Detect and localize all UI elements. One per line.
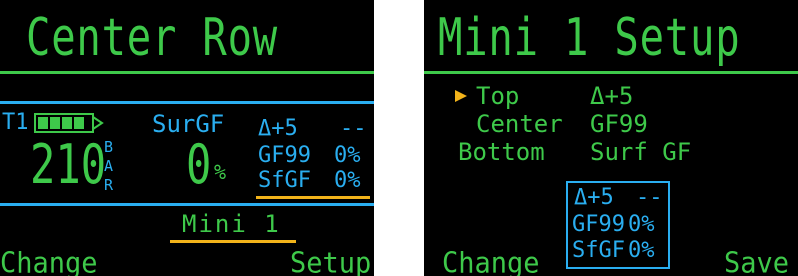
preview-gf99-value: 0%: [628, 212, 655, 237]
battery-icon: [34, 113, 104, 133]
selection-arrow-icon: [454, 89, 468, 103]
sfgf-label: SfGF: [258, 168, 311, 193]
row-divider-top: [0, 101, 374, 104]
menu-item-top[interactable]: Top: [476, 84, 519, 108]
preview-delta-value: --: [636, 185, 663, 210]
preview-sfgf-value: 0%: [628, 238, 655, 263]
delta-label: Δ+5: [258, 116, 298, 141]
menu-value-top: Δ+5: [590, 82, 634, 110]
gf99-label: GF99: [258, 143, 311, 168]
title-divider: [424, 71, 798, 74]
gf99-value: 0%: [334, 143, 361, 168]
sfgf-value: 0%: [334, 168, 361, 193]
selection-underline: [256, 196, 370, 199]
row-divider-bottom: [0, 203, 374, 206]
menu-value-bottom: Surf GF: [590, 138, 692, 166]
title-divider: [0, 71, 374, 74]
menu-value-center: GF99: [590, 110, 648, 138]
preview-sfgf-label: SfGF: [572, 238, 625, 263]
pressure-unit: BAR: [104, 138, 114, 194]
preview-delta-label: Δ+5: [574, 185, 614, 210]
page-title: Mini 1 Setup: [438, 8, 741, 68]
delta-value: --: [340, 116, 367, 141]
menu-item-center[interactable]: Center: [476, 112, 563, 136]
change-button[interactable]: Change: [442, 249, 540, 276]
save-button[interactable]: Save: [724, 249, 789, 276]
menu-item-bottom[interactable]: Bottom: [458, 140, 545, 164]
preview-gf99-label: GF99: [572, 212, 625, 237]
mini-underline: [170, 240, 296, 243]
page-title: Center Row: [26, 8, 279, 68]
center-row-screen: Center Row T1 210 BAR SurGF 0 % Δ+5 -- G…: [0, 0, 374, 276]
change-button[interactable]: Change: [0, 249, 98, 276]
mini-label: Mini 1: [182, 210, 281, 238]
surgf-value: 0: [186, 133, 212, 196]
surgf-unit: %: [214, 160, 227, 184]
setup-button[interactable]: Setup: [290, 249, 371, 276]
tank-label: T1: [2, 110, 29, 135]
mini-setup-screen: Mini 1 Setup Top Δ+5 Center GF99 Bottom …: [424, 0, 798, 276]
pressure-value: 210: [30, 133, 107, 196]
